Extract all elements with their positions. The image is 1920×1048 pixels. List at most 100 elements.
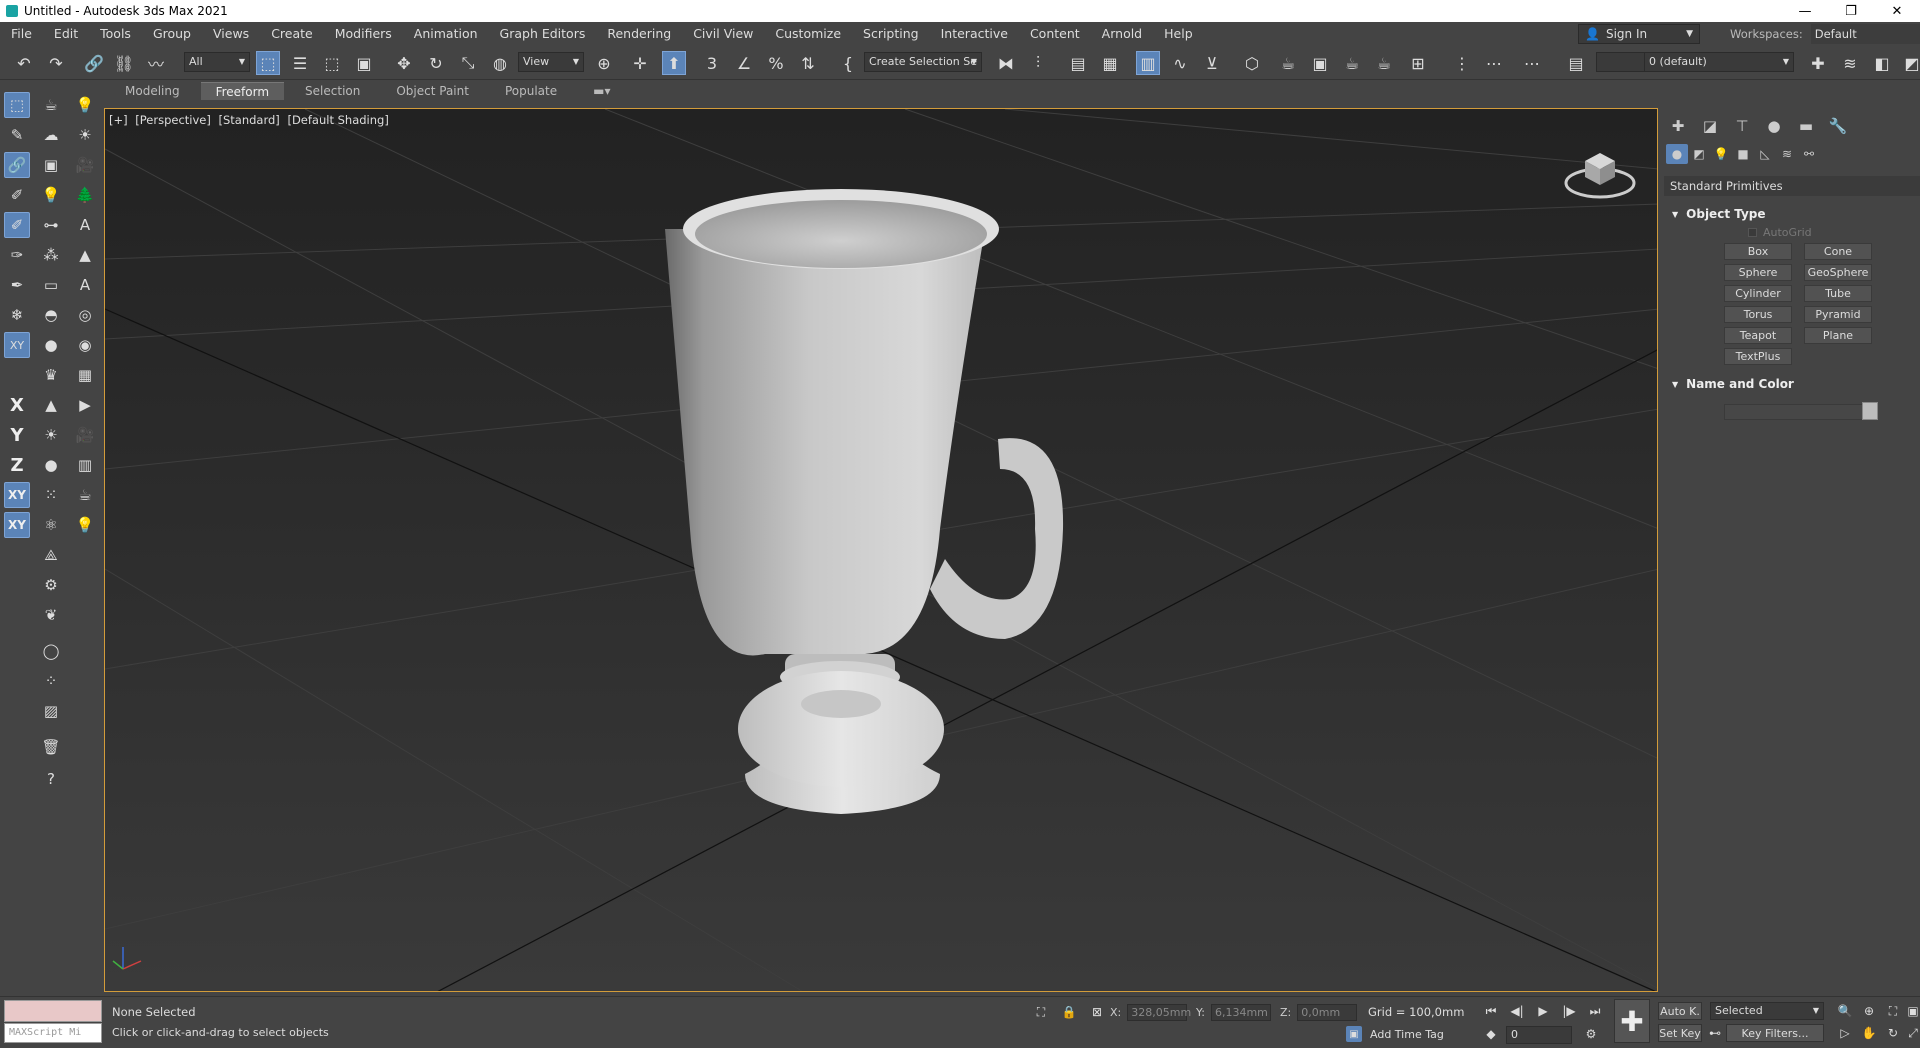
brush-tool-icon[interactable]: ✒ (4, 272, 30, 298)
percent-snap-icon[interactable]: % (764, 51, 788, 75)
pan-icon[interactable]: ✋ (1860, 1024, 1878, 1042)
torus-tool-icon[interactable]: ◎ (72, 302, 98, 328)
menu-civil-view[interactable]: Civil View (682, 22, 764, 46)
crown-tool-icon[interactable]: ♛ (38, 362, 64, 388)
menu-help[interactable]: Help (1153, 22, 1204, 46)
schematic-view-icon[interactable]: ⊻ (1200, 51, 1224, 75)
toggle-ribbon-icon[interactable]: ▥ (1136, 51, 1160, 75)
select-object-icon[interactable]: ⬚ (256, 51, 280, 75)
tube-button[interactable]: Tube (1804, 285, 1872, 302)
select-by-name-icon[interactable]: ☰ (288, 51, 312, 75)
light-bulb-icon[interactable]: 💡 (72, 92, 98, 118)
viewport-menu-plus[interactable]: [+] (109, 113, 128, 127)
teapot-button[interactable]: Teapot (1724, 327, 1792, 344)
selection-filter-dropdown[interactable]: All ▼ (184, 52, 250, 72)
text-plus-tool-icon[interactable]: A (72, 272, 98, 298)
link-tool-icon[interactable]: 🔗 (4, 152, 30, 178)
hemisphere-tool-icon[interactable]: ◓ (38, 302, 64, 328)
restore-button[interactable]: ❐ (1828, 0, 1874, 22)
angle-snap-icon[interactable]: ∠ (732, 51, 756, 75)
snaps-toggle-icon[interactable]: 3 (700, 51, 724, 75)
cone-shape-icon[interactable]: ▲ (38, 392, 64, 418)
rendered-frame-window-icon[interactable]: ▣ (1308, 51, 1332, 75)
pen-tool-icon[interactable]: ✑ (4, 242, 30, 268)
motion-tab-icon[interactable]: ● (1758, 113, 1790, 139)
minimize-button[interactable]: — (1782, 0, 1828, 22)
systems-icon[interactable]: ⚯ (1798, 144, 1820, 164)
curve-editor-icon[interactable]: ∿ (1168, 51, 1192, 75)
maximize-viewport-icon[interactable]: ⤢ (1904, 1024, 1920, 1042)
keyboard-shortcut-override-icon[interactable]: ⬆ (662, 51, 686, 75)
particles-tool-icon[interactable]: ⁙ (38, 482, 64, 508)
render-frame-tool-icon[interactable]: ▣ (38, 152, 64, 178)
box-tool-icon[interactable]: ▦ (72, 362, 98, 388)
name-and-color-rollout[interactable]: ▼ Name and Color (1664, 374, 1920, 394)
orbit-icon[interactable]: ↻ (1884, 1024, 1902, 1042)
spacing-tool-icon[interactable]: ⁂ (38, 242, 64, 268)
axis-xy-2[interactable]: XY (4, 512, 30, 538)
menu-graph-editors[interactable]: Graph Editors (489, 22, 597, 46)
zoom-icon[interactable]: 🔍 (1836, 1002, 1854, 1020)
tab-object-paint[interactable]: Object Paint (381, 82, 484, 100)
move-icon[interactable]: ✥ (392, 51, 416, 75)
teapot2-tool-icon[interactable]: ☕ (72, 482, 98, 508)
layer-stack-icon[interactable]: ≋ (1838, 51, 1862, 75)
window-crossing-icon[interactable]: ▣ (352, 51, 376, 75)
space-warps-icon[interactable]: ≋ (1776, 144, 1798, 164)
maxscript-listener-output[interactable] (4, 1000, 102, 1022)
render-production-icon[interactable]: ☕ (1340, 51, 1364, 75)
edit-named-selection-icon[interactable]: { (836, 51, 860, 75)
cone-tool-icon[interactable]: ▲ (72, 242, 98, 268)
pivot-center-icon[interactable]: ⊕ (592, 51, 616, 75)
geosphere-button[interactable]: GeoSphere (1804, 264, 1872, 281)
glass-sphere-tool-icon[interactable]: ◯ (38, 638, 64, 664)
isolate-selection-icon[interactable]: ⛶ (1032, 1003, 1050, 1021)
perspective-viewport[interactable]: [+] [Perspective] [Standard] [Default Sh… (104, 108, 1658, 992)
menu-group[interactable]: Group (142, 22, 202, 46)
rotate-icon[interactable]: ↻ (424, 51, 448, 75)
set-key-button[interactable]: Set Key (1658, 1024, 1702, 1042)
layers-toolbar-icon[interactable]: ▤ (1564, 51, 1588, 75)
layer-explorer-icon[interactable]: ▦ (1098, 51, 1122, 75)
pyramid-button[interactable]: Pyramid (1804, 306, 1872, 323)
cameras-icon[interactable]: ■ (1732, 144, 1754, 164)
axis-z[interactable]: Z (4, 452, 30, 478)
camera-tool-icon[interactable]: 🎥 (72, 152, 98, 178)
bulb-tool-icon[interactable]: 💡 (72, 512, 98, 538)
tab-populate[interactable]: Populate (490, 82, 572, 100)
textplus-button[interactable]: TextPlus (1724, 348, 1792, 365)
viewport-point-of-view[interactable]: [Perspective] (135, 113, 211, 127)
tree-tool-icon[interactable]: 🌲 (72, 182, 98, 208)
go-to-end-icon[interactable]: ⏭ (1584, 1002, 1606, 1020)
molecule-tool-icon[interactable]: ⚛ (38, 512, 64, 538)
menu-rendering[interactable]: Rendering (596, 22, 682, 46)
render-in-cloud-icon[interactable]: ⊞ (1406, 51, 1430, 75)
torus-button[interactable]: Torus (1724, 306, 1792, 323)
time-configuration-icon[interactable]: ⚙ (1580, 1025, 1602, 1043)
primitive-category-dropdown[interactable]: Standard Primitives (1664, 176, 1920, 196)
next-frame-icon[interactable]: |▶ (1558, 1002, 1580, 1020)
menu-arnold[interactable]: Arnold (1091, 22, 1153, 46)
select-manipulate-icon[interactable]: ✛ (628, 51, 652, 75)
video-tool-icon[interactable]: ▶ (72, 392, 98, 418)
undo-icon[interactable]: ↶ (12, 51, 36, 75)
menu-interactive[interactable]: Interactive (930, 22, 1019, 46)
axis-xy[interactable]: XY (4, 482, 30, 508)
bind-space-warp-icon[interactable]: 〰 (144, 51, 168, 75)
menu-file[interactable]: File (0, 22, 43, 46)
zoom-extents-icon[interactable]: ⛶ (1884, 1002, 1902, 1020)
current-frame-field[interactable]: 0 (1506, 1026, 1572, 1044)
link-icon[interactable]: 🔗 (82, 51, 106, 75)
sun-tool-icon[interactable]: ☀ (72, 122, 98, 148)
utilities-tab-icon[interactable]: 🔧 (1822, 113, 1854, 139)
key-mode-dropdown[interactable]: Selected ▼ (1710, 1002, 1824, 1020)
tab-selection[interactable]: Selection (290, 82, 375, 100)
light-tool-icon[interactable]: 💡 (38, 182, 64, 208)
auto-key-button[interactable]: Auto K. (1658, 1002, 1702, 1020)
plant-tool-icon[interactable]: ❦ (38, 602, 64, 628)
layer-select-icon[interactable]: ◧ (1870, 51, 1894, 75)
color-balls-tool-icon[interactable]: ⁘ (38, 668, 64, 694)
viewport-shading[interactable]: [Default Shading] (287, 113, 388, 127)
mirror-icon[interactable]: ⧓ (994, 51, 1018, 75)
sphere-tool-icon[interactable]: ● (38, 332, 64, 358)
